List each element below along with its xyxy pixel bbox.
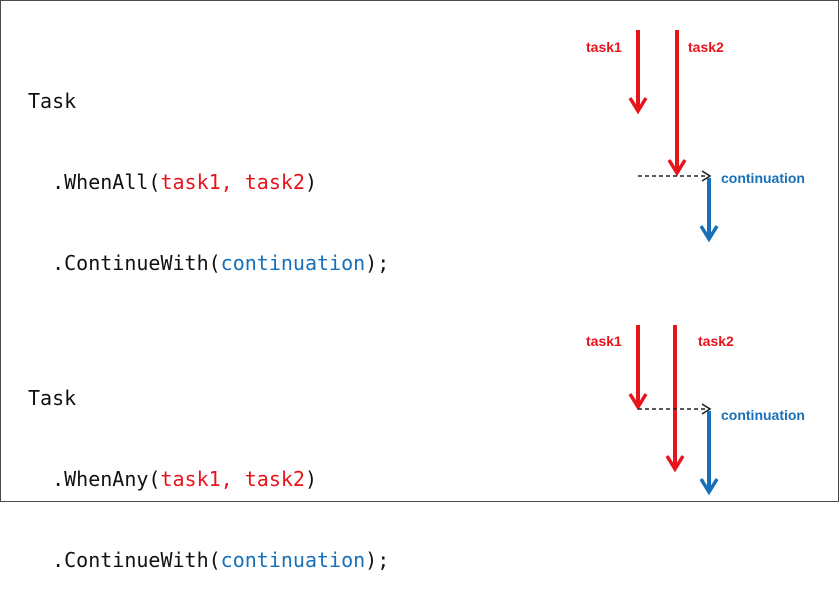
timeline-diagrams: task1 task2 continuation task1 task2 con… <box>586 30 805 496</box>
continuation-arrow <box>699 178 719 243</box>
task2-arrow <box>665 325 685 473</box>
task1-label: task1 <box>586 39 622 55</box>
code-line-continuewith: .ContinueWith(continuation); <box>28 547 389 574</box>
task1-label: task1 <box>586 333 622 349</box>
continuation-label: continuation <box>721 407 805 423</box>
whenall-diagram: task1 task2 continuation <box>586 30 805 243</box>
task2-arrow <box>667 30 687 177</box>
whenany-diagram: task1 task2 continuation <box>586 325 805 496</box>
task2-label: task2 <box>688 39 724 55</box>
continuation-arg: continuation <box>220 548 366 572</box>
continuation-arrow <box>699 411 719 496</box>
task2-label: task2 <box>698 333 734 349</box>
dashed-connector-arrow <box>638 170 712 182</box>
task1-arrow <box>628 325 648 411</box>
continuation-label: continuation <box>721 170 805 186</box>
close-paren-semicolon: ); <box>365 548 390 572</box>
method-continuewith: .ContinueWith( <box>28 548 221 572</box>
task1-arrow <box>628 30 648 115</box>
